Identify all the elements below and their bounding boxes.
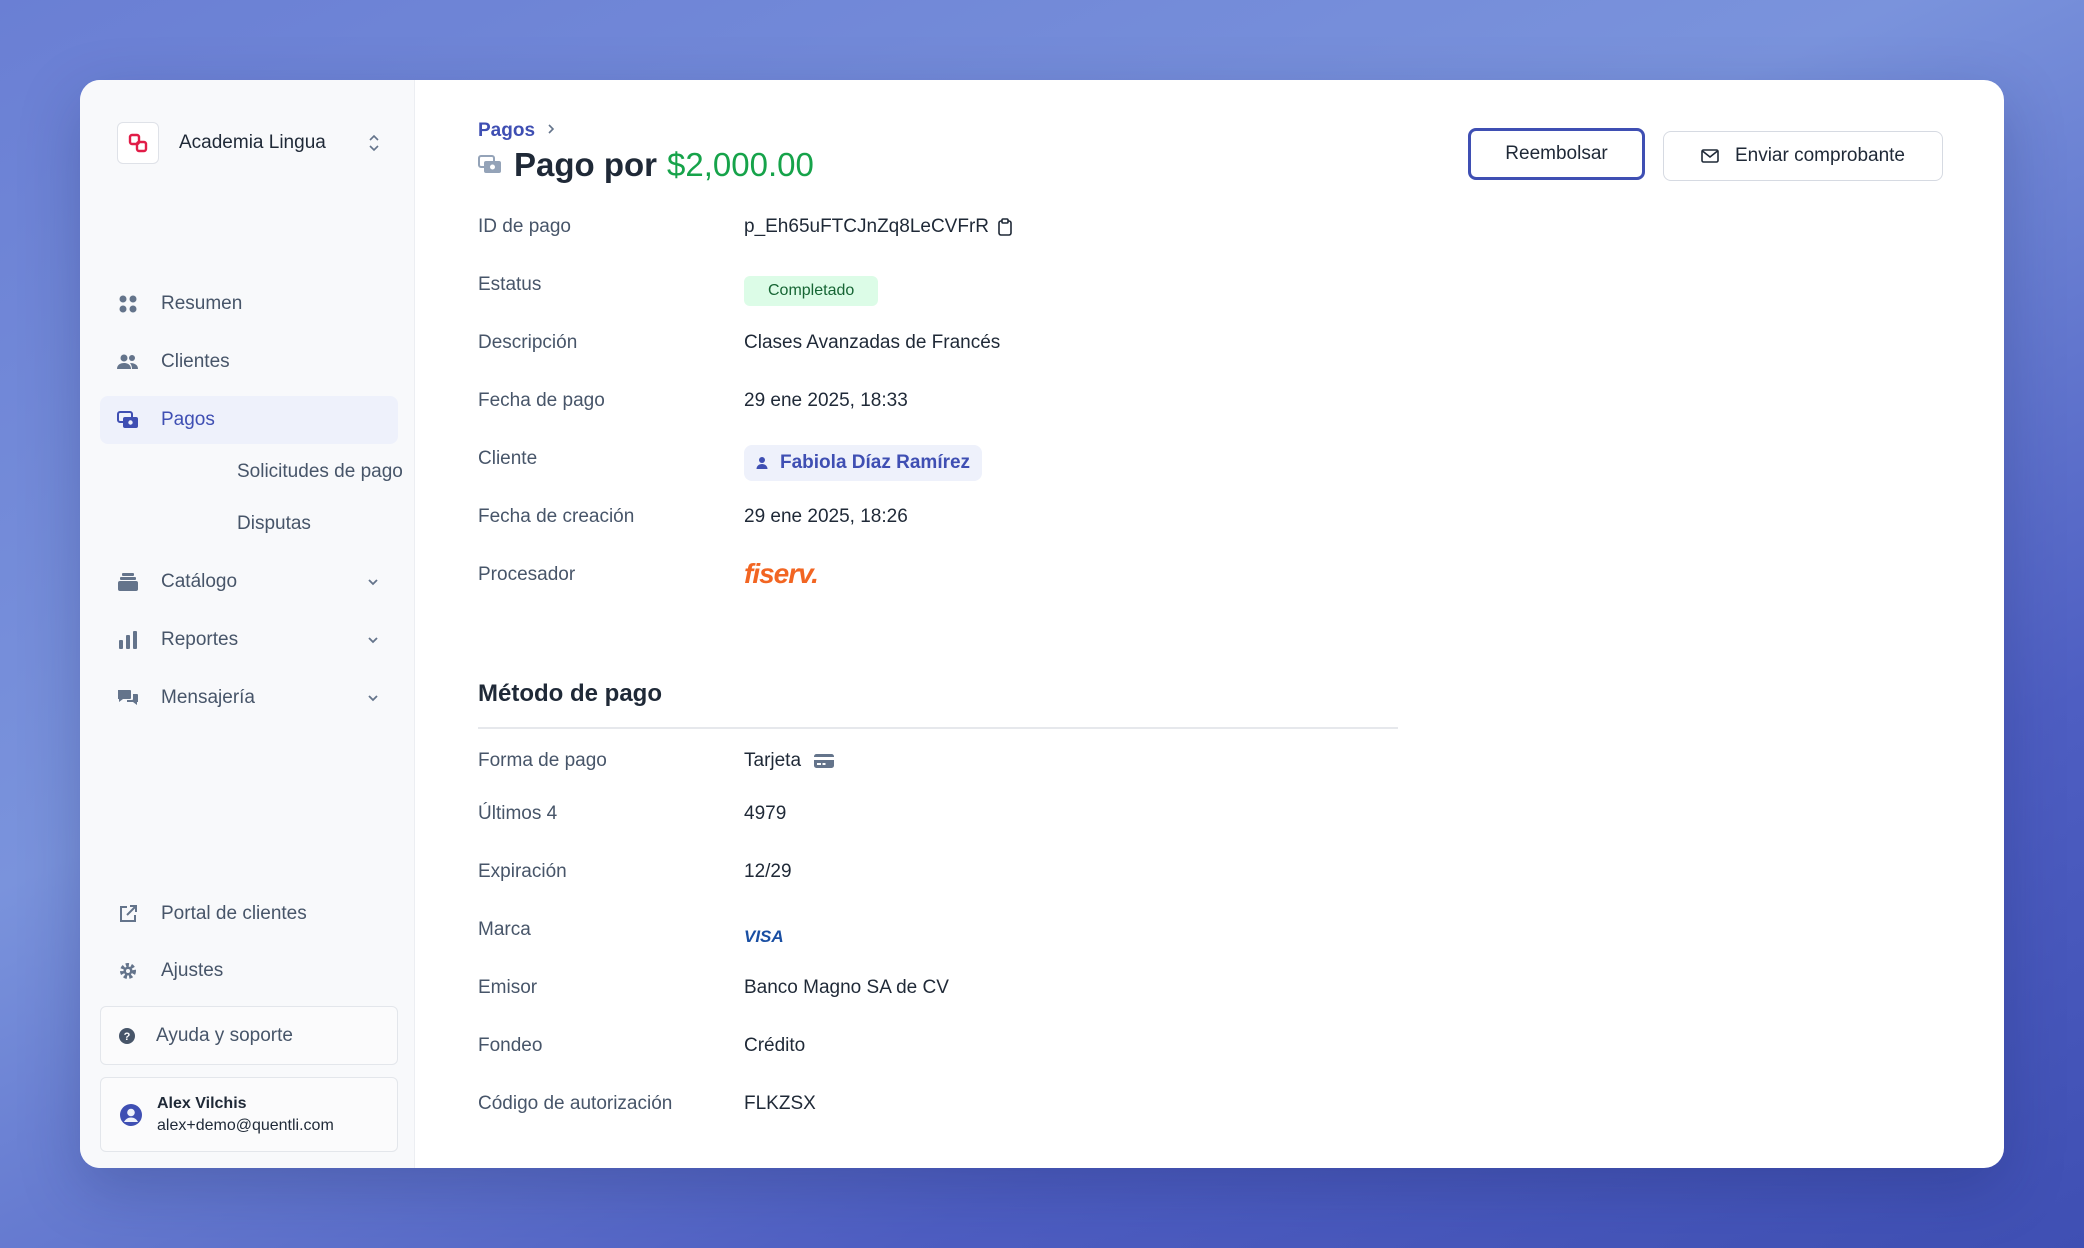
detail-value: Banco Magno SA de CV — [744, 977, 949, 998]
detail-value: 29 ene 2025, 18:26 — [744, 506, 908, 527]
detail-value: Tarjeta — [744, 750, 835, 772]
mail-icon — [1701, 149, 1735, 163]
detail-value: Completado — [744, 276, 879, 306]
payment-id: p_Eh65uFTCJnZq8LeCVFrR — [744, 216, 989, 237]
detail-value: 4979 — [744, 803, 787, 824]
pm-row-issuer: Emisor Banco Magno SA de CV — [478, 977, 1478, 1007]
visa-logo: VISA — [744, 927, 784, 946]
page-title: Pago por $2,000.00 — [478, 146, 814, 184]
section-title-payment-method: Método de pago — [478, 680, 662, 707]
detail-value: Crédito — [744, 1035, 806, 1056]
detail-row-status: Estatus Completado — [478, 274, 1478, 306]
pm-row-auth: Código de autorización FLKZSX — [478, 1093, 1478, 1123]
detail-value: VISA — [744, 927, 784, 947]
title-amount: $2,000.00 — [667, 146, 814, 183]
detail-row-client: Cliente Fabiola Díaz Ramírez — [478, 445, 1478, 481]
divider — [478, 727, 1398, 729]
detail-value: FLKZSX — [744, 1093, 816, 1114]
detail-label: Emisor — [478, 977, 538, 998]
detail-label: Expiración — [478, 861, 567, 882]
detail-value: p_Eh65uFTCJnZq8LeCVFrR — [744, 216, 1013, 238]
detail-value: Fabiola Díaz Ramírez — [744, 445, 983, 481]
pm-row-last4: Últimos 4 4979 — [478, 803, 1478, 833]
detail-label: Últimos 4 — [478, 803, 558, 824]
detail-label: Descripción — [478, 332, 578, 353]
fiserv-logo: fiserv. — [744, 558, 819, 589]
main-content: Pagos Pago por $2,000.00 Reembolsar Envi… — [80, 80, 2004, 1168]
detail-row-created: Fecha de creación 29 ene 2025, 18:26 — [478, 506, 1478, 536]
credit-card-icon — [813, 753, 835, 769]
send-receipt-button[interactable]: Enviar comprobante — [1663, 131, 1943, 181]
detail-row-id: ID de pago p_Eh65uFTCJnZq8LeCVFrR — [478, 216, 1478, 246]
app-window: Academia Lingua Resumen Clientes Pagos S… — [80, 80, 2004, 1168]
pm-row-funding: Fondeo Crédito — [478, 1035, 1478, 1065]
send-receipt-label: Enviar comprobante — [1734, 145, 1906, 166]
detail-label: Fecha de pago — [478, 390, 605, 411]
status-badge: Completado — [744, 276, 879, 306]
detail-label: Procesador — [478, 564, 576, 585]
pm-row-form: Forma de pago Tarjeta — [478, 750, 1478, 780]
breadcrumb: Pagos — [478, 120, 557, 142]
pm-row-expiry: Expiración 12/29 — [478, 861, 1478, 891]
chevron-right-icon — [535, 120, 557, 142]
payment-form: Tarjeta — [744, 750, 802, 771]
detail-value: fiserv. — [744, 558, 819, 590]
breadcrumb-pagos[interactable]: Pagos — [478, 120, 535, 142]
detail-row-processor: Procesador fiserv. — [478, 558, 1478, 594]
client-name: Fabiola Díaz Ramírez — [780, 452, 971, 473]
detail-label: Forma de pago — [478, 750, 607, 771]
detail-row-payment-date: Fecha de pago 29 ene 2025, 18:33 — [478, 390, 1478, 420]
detail-label: Estatus — [478, 274, 542, 295]
detail-value: 12/29 — [744, 861, 792, 882]
detail-value: Clases Avanzadas de Francés — [744, 332, 1001, 353]
payments-icon — [478, 155, 502, 175]
detail-label: Fondeo — [478, 1035, 543, 1056]
detail-label: Código de autorización — [478, 1093, 673, 1114]
title-text: Pago por — [514, 146, 658, 183]
client-link[interactable]: Fabiola Díaz Ramírez — [744, 445, 983, 481]
detail-label: ID de pago — [478, 216, 571, 237]
user-icon — [756, 457, 768, 469]
detail-label: Marca — [478, 919, 531, 940]
copy-icon[interactable] — [997, 218, 1013, 236]
detail-row-description: Descripción Clases Avanzadas de Francés — [478, 332, 1478, 362]
detail-label: Cliente — [478, 448, 538, 469]
detail-value: 29 ene 2025, 18:33 — [744, 390, 908, 411]
refund-button[interactable]: Reembolsar — [1468, 128, 1645, 180]
pm-row-brand: Marca VISA — [478, 919, 1478, 949]
detail-label: Fecha de creación — [478, 506, 635, 527]
